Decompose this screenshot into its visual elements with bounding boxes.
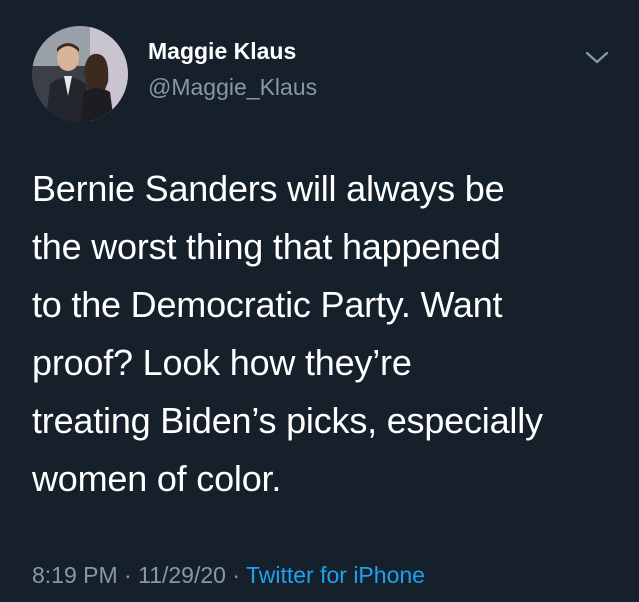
tweet-text-line: the worst thing that happened xyxy=(32,226,501,267)
source-link[interactable]: Twitter for iPhone xyxy=(246,562,425,588)
separator: · xyxy=(225,562,246,588)
tweet-text: Bernie Sanders will always be the worst … xyxy=(32,160,622,508)
tweet-text-line: treating Biden’s picks, especially xyxy=(32,400,543,441)
tweet-card: Maggie Klaus @Maggie_Klaus Bernie Sander… xyxy=(0,0,639,602)
tweet-text-line: to the Democratic Party. Want xyxy=(32,284,503,325)
chevron-down-icon[interactable] xyxy=(584,46,610,68)
tweet-text-line: Bernie Sanders will always be xyxy=(32,168,505,209)
display-name[interactable]: Maggie Klaus xyxy=(148,38,296,65)
tweet-meta: 8:19 PM · 11/29/20 · Twitter for iPhone xyxy=(32,562,425,589)
tweet-time[interactable]: 8:19 PM xyxy=(32,562,118,588)
separator: · xyxy=(117,562,139,588)
tweet-text-line: proof? Look how they’re xyxy=(32,342,412,383)
tweet-text-line: women of color. xyxy=(32,458,282,499)
avatar[interactable] xyxy=(32,26,128,122)
profile-photo-icon xyxy=(32,26,128,122)
tweet-date[interactable]: 11/29/20 xyxy=(138,562,226,588)
username-handle[interactable]: @Maggie_Klaus xyxy=(148,74,317,101)
